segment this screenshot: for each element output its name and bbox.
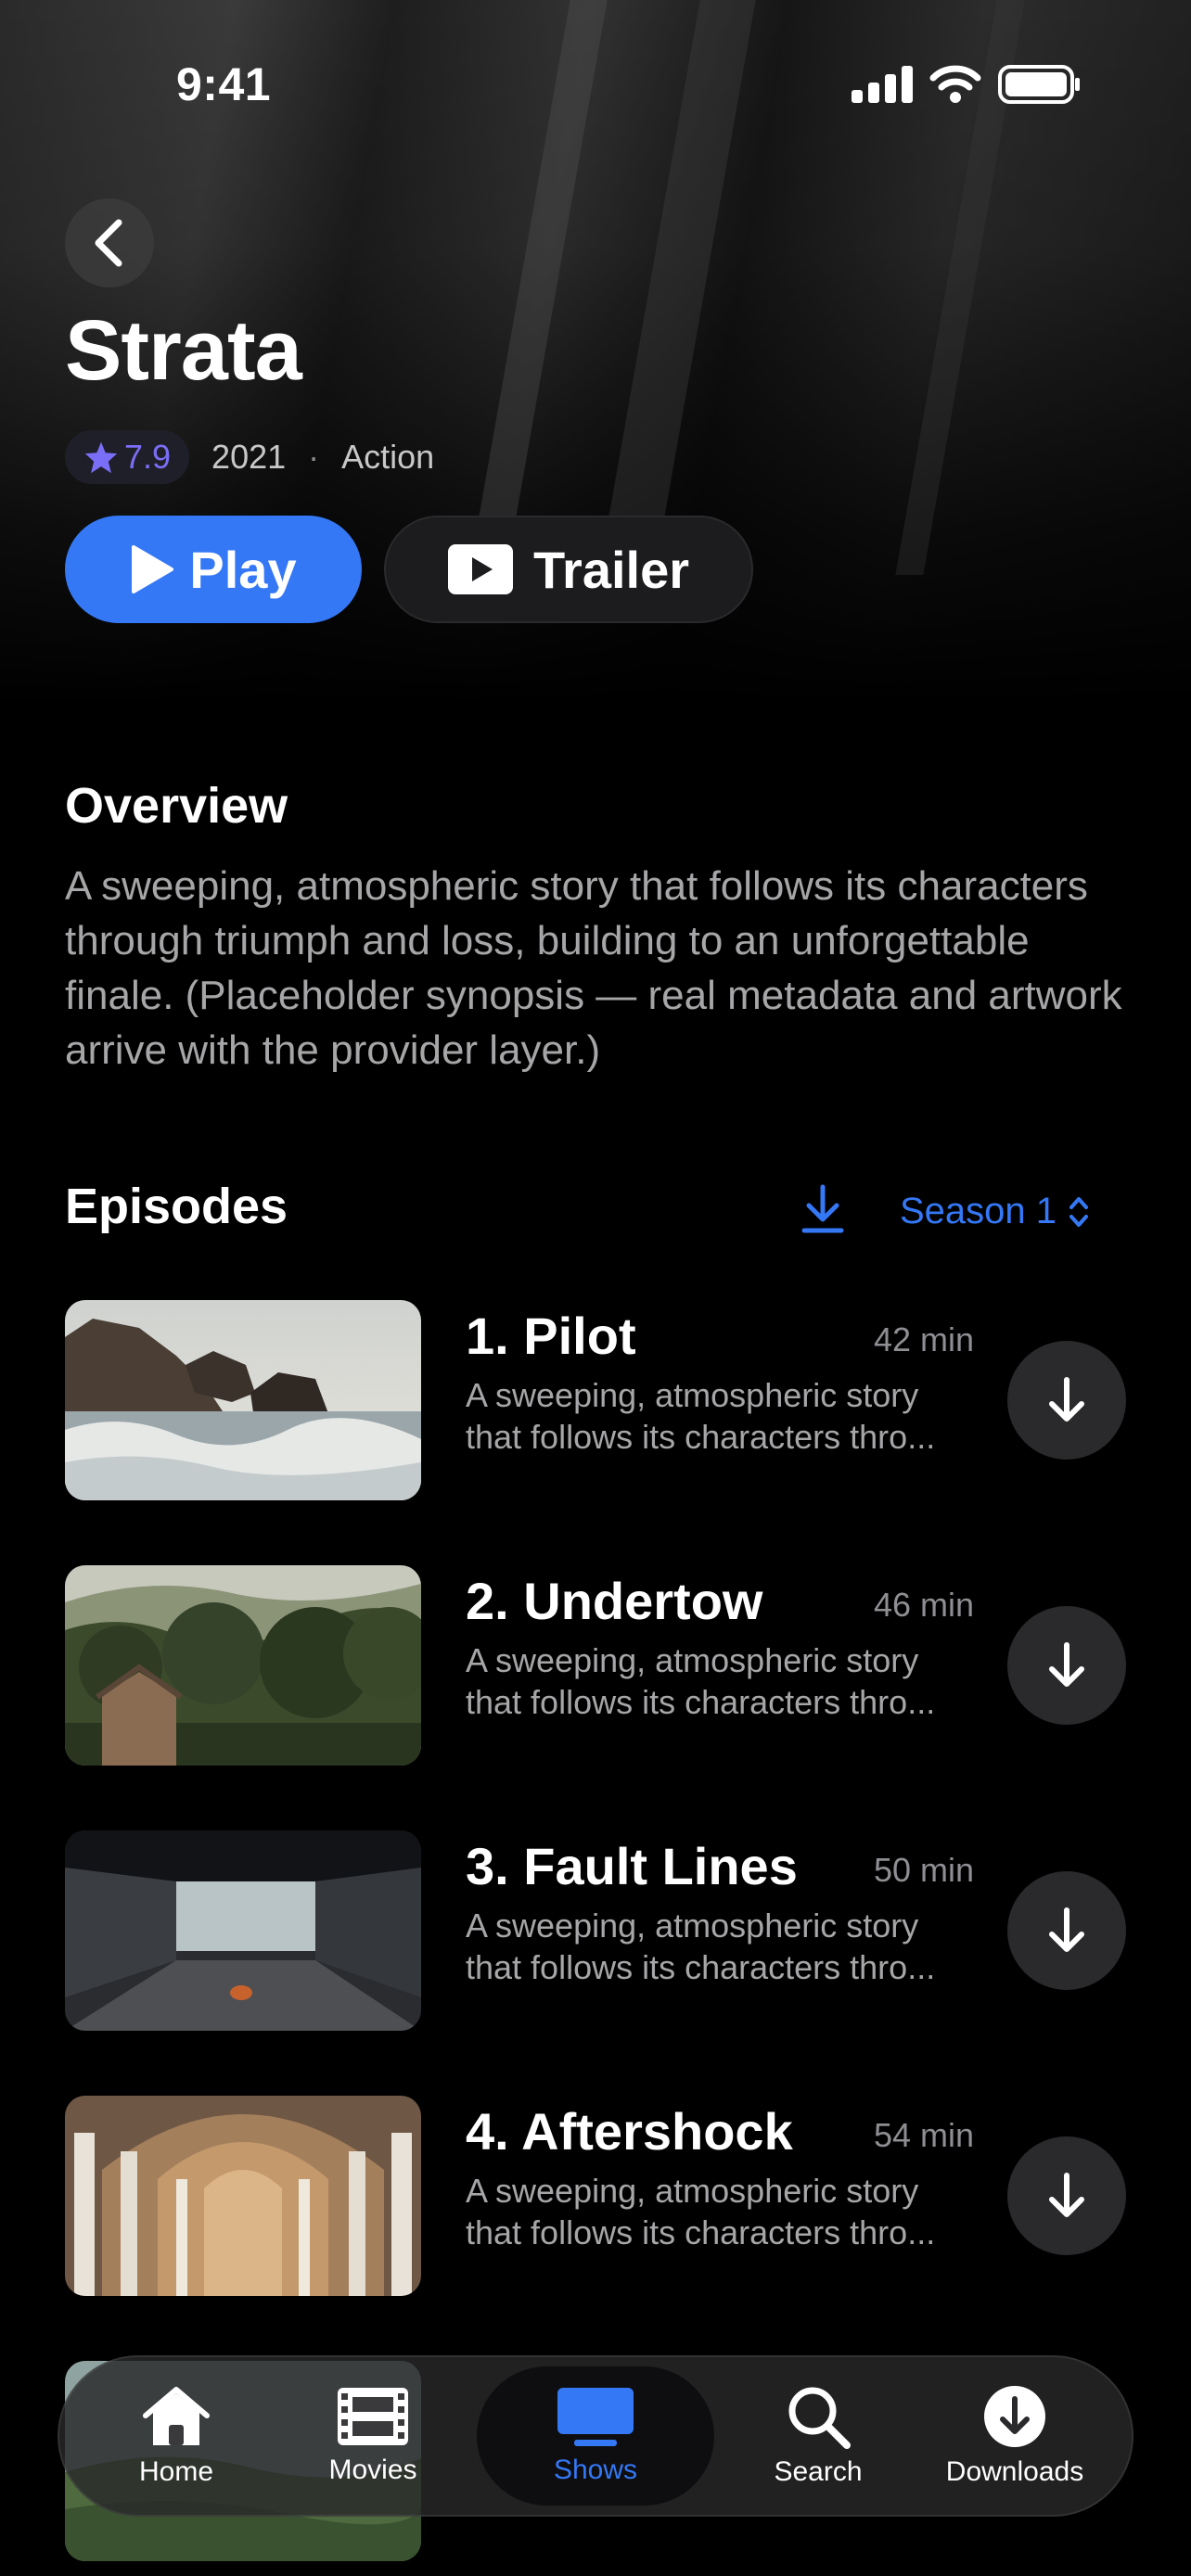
genre: Action <box>341 438 435 476</box>
arrow-down-icon <box>1049 1907 1084 1952</box>
arrow-down-icon <box>1049 2173 1084 2217</box>
episodes-heading: Episodes <box>65 1179 288 1234</box>
rating-value: 7.9 <box>124 438 172 476</box>
download-icon <box>801 1184 844 1233</box>
overview-heading: Overview <box>65 778 288 834</box>
episode-title: 3. Fault Lines <box>466 1837 798 1895</box>
download-circle-icon <box>984 2386 1045 2447</box>
episode-description-line: A sweeping, atmospheric story <box>466 2172 919 2210</box>
episode-row[interactable]: 3. Fault Lines 50 min A sweeping, atmosp… <box>65 1830 1126 2031</box>
tab-home[interactable]: Home <box>83 2366 269 2506</box>
home-icon <box>143 2387 210 2445</box>
episode-description-line: A sweeping, atmospheric story <box>466 1376 919 1414</box>
show-title: Strata <box>65 303 302 398</box>
play-icon <box>132 545 174 593</box>
tab-label: Shows <box>553 2455 638 2485</box>
episode-duration: 54 min <box>874 2116 975 2154</box>
status-time: 9:41 <box>176 58 272 110</box>
download-season-button[interactable] <box>800 1183 846 1240</box>
episode-description: A sweeping, atmospheric story that follo… <box>466 1639 985 1723</box>
episode-thumbnail <box>65 1565 421 1766</box>
search-icon <box>788 2387 851 2449</box>
episode-description-line: that follows its characters thro... <box>466 2213 936 2251</box>
episode-description: A sweeping, atmospheric story that follo… <box>466 1374 985 1458</box>
episode-title: 2. Undertow <box>466 1572 763 1630</box>
play-button[interactable]: Play <box>65 516 362 623</box>
arrow-down-icon <box>1049 1642 1084 1687</box>
episode-duration: 46 min <box>874 1586 975 1624</box>
trailer-button[interactable]: Trailer <box>384 516 753 623</box>
episode-description-line: that follows its characters thro... <box>466 1948 936 1986</box>
tab-search[interactable]: Search <box>725 2366 911 2506</box>
episode-title: 4. Aftershock <box>466 2102 793 2161</box>
episode-download-button[interactable] <box>1007 1341 1126 1460</box>
episode-description: A sweeping, atmospheric story that follo… <box>466 2170 985 2253</box>
episode-description-line: A sweeping, atmospheric story <box>466 1641 919 1679</box>
episode-duration: 42 min <box>874 1320 975 1358</box>
tab-label: Search <box>774 2456 863 2487</box>
trailer-button-label: Trailer <box>532 540 690 599</box>
episode-title: 1. Pilot <box>466 1307 636 1365</box>
episode-download-button[interactable] <box>1007 1871 1126 1990</box>
wifi-icon <box>929 65 981 103</box>
star-icon <box>84 441 118 474</box>
season-label: Season 1 <box>900 1191 1057 1231</box>
episode-row[interactable]: 4. Aftershock 54 min A sweeping, atmosph… <box>65 2096 1126 2296</box>
film-icon <box>338 2388 408 2445</box>
chevron-up-down-icon <box>1069 1196 1089 1227</box>
cellular-signal-icon <box>852 66 913 103</box>
backdrop-texture <box>598 0 756 575</box>
episode-description-line: that follows its characters thro... <box>466 1418 936 1456</box>
status-icons <box>852 65 1082 104</box>
backdrop-texture <box>468 0 608 575</box>
tab-shows[interactable]: Shows <box>477 2366 714 2506</box>
episode-description: A sweeping, atmospheric story that follo… <box>466 1905 985 1988</box>
play-button-label: Play <box>189 540 297 599</box>
back-button[interactable] <box>65 198 154 287</box>
episode-thumbnail <box>65 1300 421 1500</box>
overview-text: A sweeping, atmospheric story that follo… <box>65 863 1122 1073</box>
episode-thumbnail <box>65 2096 421 2296</box>
meta-separator: · <box>308 438 320 476</box>
release-year: 2021 <box>211 438 287 476</box>
tab-label: Home <box>138 2456 214 2487</box>
tv-icon <box>557 2388 634 2446</box>
episode-description-line: A sweeping, atmospheric story <box>466 1906 919 1945</box>
episode-row[interactable]: 1. Pilot 42 min A sweeping, atmospheric … <box>65 1300 1126 1500</box>
arrow-down-icon <box>1049 1377 1084 1422</box>
video-play-icon <box>447 544 513 594</box>
tab-movies[interactable]: Movies <box>280 2366 466 2506</box>
episode-thumbnail <box>65 1830 421 2031</box>
show-meta: 7.9 2021 · Action <box>65 430 434 484</box>
episode-download-button[interactable] <box>1007 2136 1126 2255</box>
rating-badge: 7.9 <box>65 430 190 484</box>
tab-label: Downloads <box>945 2456 1084 2487</box>
episode-download-button[interactable] <box>1007 1606 1126 1725</box>
episode-description-line: that follows its characters thro... <box>466 1683 936 1721</box>
chevron-left-icon <box>95 219 122 267</box>
episode-duration: 50 min <box>874 1851 975 1889</box>
tab-downloads[interactable]: Downloads <box>922 2366 1108 2506</box>
tab-bar: Home Movies Shows Search Downloads <box>58 2355 1133 2517</box>
season-picker[interactable]: Season 1 <box>900 1191 1090 1232</box>
battery-icon <box>998 65 1080 104</box>
tab-label: Movies <box>328 2455 417 2485</box>
episode-row[interactable]: 2. Undertow 46 min A sweeping, atmospher… <box>65 1565 1126 1766</box>
